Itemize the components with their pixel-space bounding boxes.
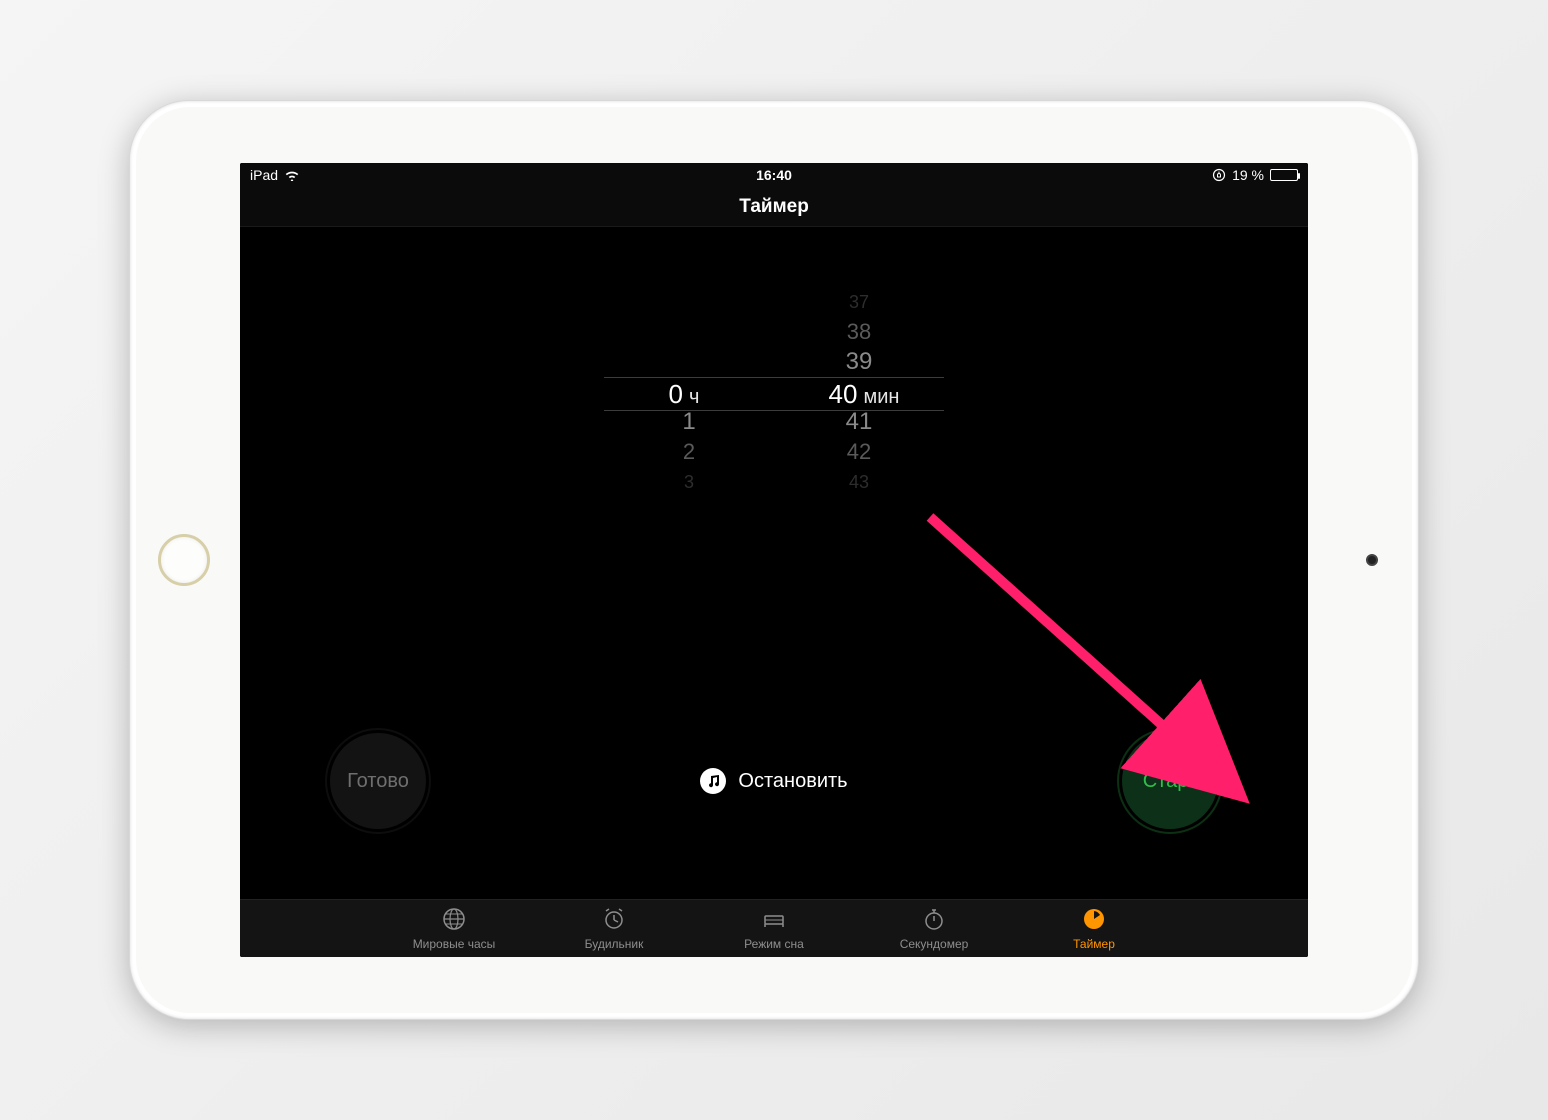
tab-stopwatch[interactable]: Секундомер xyxy=(879,906,989,957)
picker-hour-item: 3 xyxy=(684,467,694,497)
picker-hour-item: 2 xyxy=(683,437,695,467)
cancel-button-label: Готово xyxy=(347,770,409,793)
minutes-value: 40 xyxy=(829,379,858,410)
tab-timer[interactable]: Таймер xyxy=(1039,906,1149,957)
wifi-icon xyxy=(284,169,300,181)
picker-minute-item: 41 xyxy=(846,407,873,437)
picker-minute-item: 42 xyxy=(847,437,871,467)
hours-value: 0 xyxy=(669,379,683,410)
tab-label: Режим сна xyxy=(744,937,804,951)
alarm-clock-icon xyxy=(601,906,627,935)
picker-minute-item: 39 xyxy=(846,347,873,377)
globe-icon xyxy=(441,906,467,935)
stopwatch-icon xyxy=(921,906,947,935)
battery-percent: 19 % xyxy=(1232,167,1264,183)
tab-world-clock[interactable]: Мировые часы xyxy=(399,906,509,957)
picker-minute-item: 43 xyxy=(849,467,869,497)
front-camera xyxy=(1366,554,1378,566)
sound-label: Остановить xyxy=(738,770,847,793)
tab-label: Таймер xyxy=(1073,937,1115,951)
tab-alarm[interactable]: Будильник xyxy=(559,906,669,957)
status-left: iPad xyxy=(250,167,300,183)
orientation-lock-icon xyxy=(1212,168,1226,182)
status-right: 19 % xyxy=(1212,167,1298,183)
picker-hour-item: 1 xyxy=(682,407,695,437)
start-button-label: Старт xyxy=(1143,770,1197,793)
battery-icon xyxy=(1270,169,1298,181)
ipad-frame: iPad 16:40 19 % Таймер xyxy=(129,100,1419,1020)
timer-icon xyxy=(1081,906,1107,935)
home-button[interactable] xyxy=(158,534,210,586)
page-title: Таймер xyxy=(240,187,1308,227)
tab-bedtime[interactable]: Режим сна xyxy=(719,906,829,957)
status-bar: iPad 16:40 19 % xyxy=(240,163,1308,187)
tab-label: Мировые часы xyxy=(413,937,496,951)
device-label: iPad xyxy=(250,167,278,183)
cancel-button[interactable]: Готово xyxy=(330,733,426,829)
tab-label: Будильник xyxy=(585,937,644,951)
hours-unit: ч xyxy=(689,386,699,409)
when-timer-ends-row[interactable]: Остановить xyxy=(700,768,847,794)
time-picker[interactable]: 1 2 3 37 38 39 41 42 43 0 xyxy=(604,287,944,497)
controls-row: Готово Остановить Старт xyxy=(240,733,1308,829)
tab-label: Секундомер xyxy=(900,937,969,951)
picker-hours-selected: 0 ч xyxy=(624,379,744,410)
screen: iPad 16:40 19 % Таймер xyxy=(240,163,1308,957)
start-button[interactable]: Старт xyxy=(1122,733,1218,829)
picker-minutes-selected: 40 мин xyxy=(804,379,924,410)
picker-minute-item: 38 xyxy=(847,317,871,347)
picker-selected-row: 0 ч 40 мин xyxy=(604,377,944,411)
bed-icon xyxy=(761,906,787,935)
minutes-unit: мин xyxy=(863,386,899,409)
picker-minute-item: 37 xyxy=(849,287,869,317)
timer-main: 1 2 3 37 38 39 41 42 43 0 xyxy=(240,227,1308,899)
status-time: 16:40 xyxy=(756,167,792,183)
music-icon xyxy=(700,768,726,794)
tab-bar: Мировые часы Будильник Режим сна Секундо… xyxy=(240,899,1308,957)
